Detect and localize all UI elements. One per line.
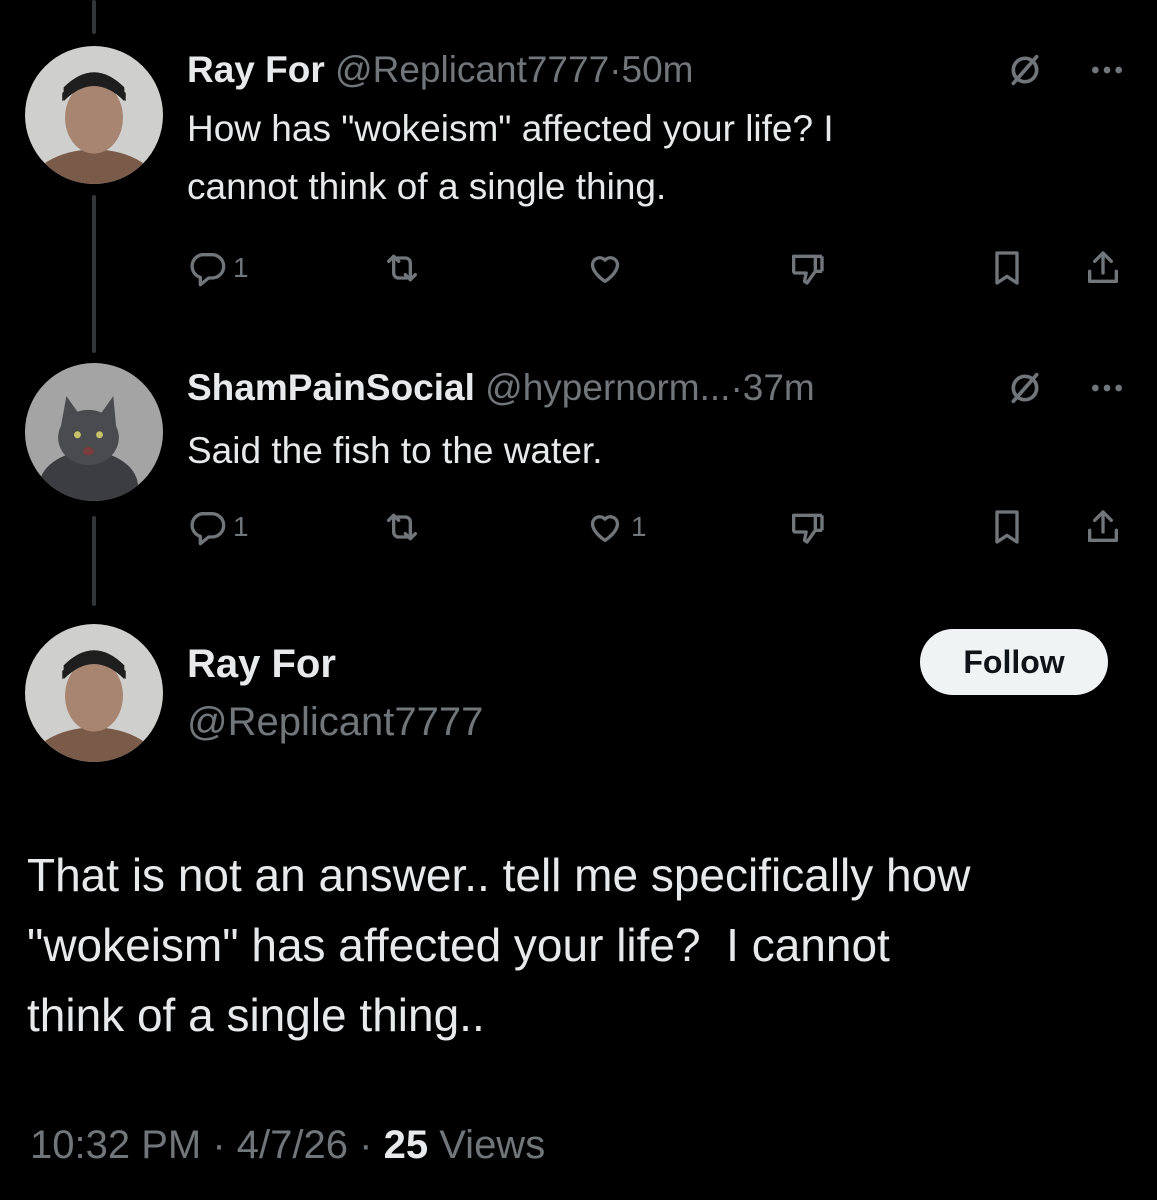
share-button[interactable] <box>1083 243 1123 293</box>
timestamp[interactable]: 50m <box>622 49 694 90</box>
main-tweet-text-line: That is not an answer.. tell me specific… <box>27 849 971 901</box>
tweet-menu <box>1005 50 1127 90</box>
reply-icon <box>190 253 226 287</box>
separator: · <box>730 367 743 408</box>
post-date[interactable]: 4/7/26 <box>237 1123 348 1167</box>
reply-count: 1 <box>233 511 249 542</box>
separator: · <box>212 1123 226 1167</box>
action-bar: 1 <box>187 243 1127 293</box>
like-count: 1 <box>631 511 647 542</box>
heart-icon <box>590 256 620 283</box>
bookmark-button[interactable] <box>987 243 1027 293</box>
display-name[interactable]: ShamPainSocial <box>187 367 475 408</box>
grok-icon[interactable] <box>1005 50 1045 90</box>
tweet-header: Ray For @Replicant7777·50m <box>187 48 693 92</box>
repost-button[interactable] <box>382 502 422 552</box>
more-icon[interactable] <box>1087 50 1127 90</box>
main-handle[interactable]: @Replicant7777 <box>187 698 483 746</box>
follow-button[interactable]: Follow <box>920 629 1108 695</box>
downvote-button[interactable] <box>787 502 827 552</box>
action-bar: 1 1 <box>187 502 1127 552</box>
heart-icon <box>590 515 620 542</box>
thread-line-1 <box>92 195 96 353</box>
main-display-name[interactable]: Ray For <box>187 640 336 688</box>
avatar[interactable] <box>25 624 163 762</box>
downvote-button[interactable] <box>787 243 827 293</box>
tweet-text-line: How has "wokeism" affected your life? I <box>187 108 834 149</box>
tweet-meta: 10:32 PM · 4/7/26 · 25 Views <box>30 1120 545 1170</box>
like-button[interactable]: 1 <box>585 502 647 552</box>
more-icon[interactable] <box>1087 368 1127 408</box>
separator: · <box>359 1123 373 1167</box>
tweet-text: How has "wokeism" affected your life? I … <box>187 100 834 216</box>
handle[interactable]: @hypernorm... <box>485 367 730 408</box>
repost-button[interactable] <box>382 243 422 293</box>
reply-button[interactable]: 1 <box>187 243 249 293</box>
bookmark-icon <box>995 510 1019 544</box>
tweet-header: ShamPainSocial @hypernorm...·37m <box>187 366 815 410</box>
thread-line-2 <box>92 516 96 606</box>
tweet-text: Said the fish to the water. <box>187 422 602 480</box>
bookmark-button[interactable] <box>987 502 1027 552</box>
avatar[interactable] <box>25 363 163 501</box>
like-button[interactable] <box>585 243 631 293</box>
thread-line-top <box>92 0 96 34</box>
views-count: 25 <box>383 1123 429 1167</box>
avatar[interactable] <box>25 46 163 184</box>
tweet-text-line: cannot think of a single thing. <box>187 166 667 207</box>
tweet-text-line: Said the fish to the water. <box>187 430 603 471</box>
main-tweet-text: That is not an answer.. tell me specific… <box>27 840 1127 1050</box>
tweet-menu <box>1005 368 1127 408</box>
share-button[interactable] <box>1083 502 1123 552</box>
bookmark-icon <box>995 251 1019 285</box>
views-label: Views <box>439 1123 546 1167</box>
reply-button[interactable]: 1 <box>187 502 249 552</box>
reply-icon <box>190 511 226 546</box>
reply-count: 1 <box>233 252 249 283</box>
downvote-icon <box>792 254 824 285</box>
share-icon <box>1088 510 1118 542</box>
share-icon <box>1088 251 1118 283</box>
display-name[interactable]: Ray For <box>187 49 325 90</box>
grok-icon[interactable] <box>1005 368 1045 408</box>
post-time[interactable]: 10:32 PM <box>30 1123 201 1167</box>
main-tweet-text-line: "wokeism" has affected your life? I cann… <box>27 919 890 971</box>
repost-icon <box>387 513 417 541</box>
main-tweet-text-line: think of a single thing.. <box>27 989 485 1041</box>
timestamp[interactable]: 37m <box>743 367 815 408</box>
separator: · <box>609 49 622 90</box>
downvote-icon <box>792 513 824 544</box>
handle[interactable]: @Replicant7777 <box>335 49 609 90</box>
repost-icon <box>387 254 417 282</box>
